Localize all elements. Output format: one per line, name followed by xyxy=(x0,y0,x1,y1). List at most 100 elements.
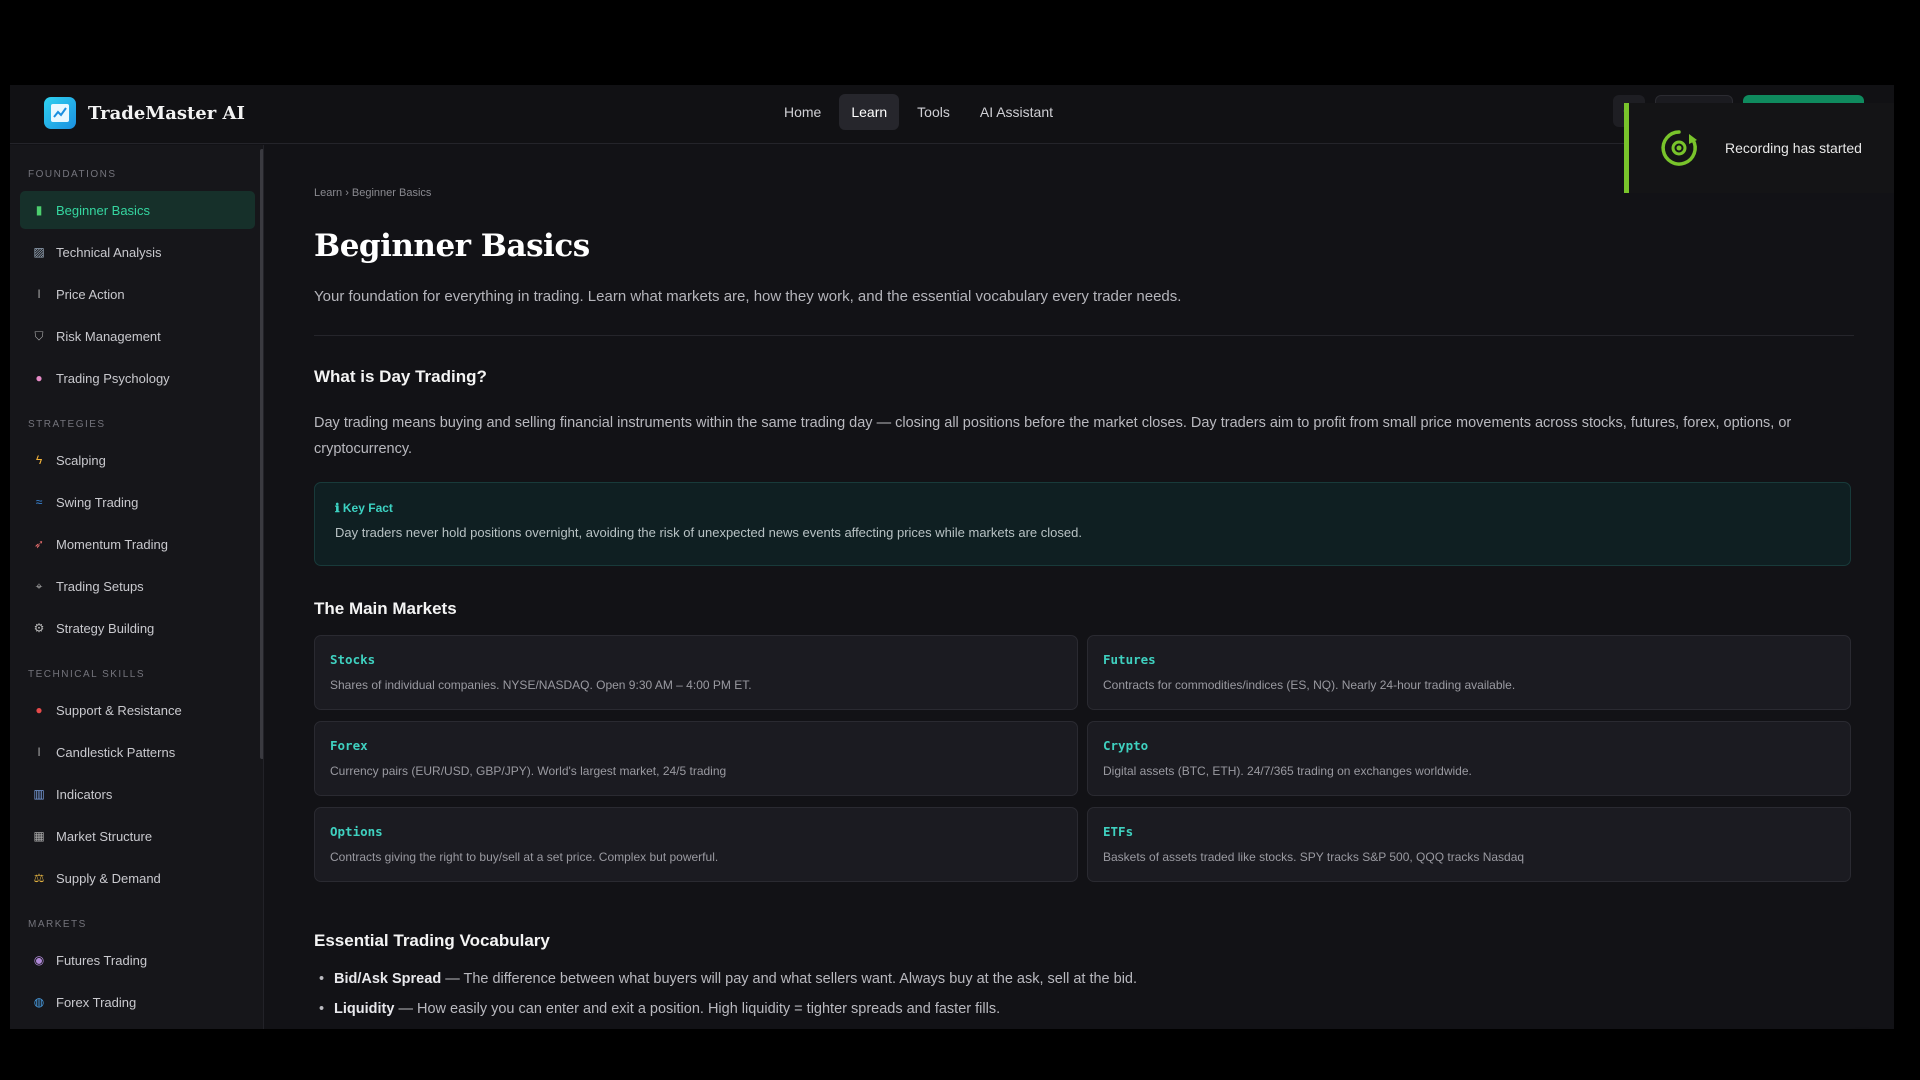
market-desc: Currency pairs (EUR/USD, GBP/JPY). World… xyxy=(330,764,727,778)
sidebar-item-strategy-building[interactable]: ⚙ Strategy Building xyxy=(20,609,255,647)
market-desc: Digital assets (BTC, ETH). 24/7/365 trad… xyxy=(1103,764,1472,778)
market-desc: Shares of individual companies. NYSE/NAS… xyxy=(330,678,752,692)
list-item: Bid/Ask Spread — The difference between … xyxy=(319,971,1834,987)
sidebar-item-momentum-trading[interactable]: ➶ Momentum Trading xyxy=(20,525,255,563)
brain-icon: ● xyxy=(35,371,43,385)
market-name: ETFs xyxy=(1103,824,1134,839)
market-name: Forex xyxy=(330,738,368,753)
brand[interactable]: TradeMaster AI xyxy=(44,97,245,129)
sidebar-item-futures-trading[interactable]: ◉ Futures Trading xyxy=(20,941,255,979)
market-card-futures: Futures Contracts for commodities/indice… xyxy=(1087,635,1851,710)
sidebar-item-label: Supply & Demand xyxy=(56,870,161,886)
sidebar-item-label: Candlestick Patterns xyxy=(56,744,176,760)
sidebar-item-label: Indicators xyxy=(56,786,113,802)
sidebar-item-market-structure[interactable]: ▦ Market Structure xyxy=(20,817,255,855)
nav-learn[interactable]: Learn xyxy=(839,94,900,130)
sidebar-item-price-action[interactable]: ǀ Price Action xyxy=(20,275,255,313)
vocab-term: Liquidity xyxy=(334,1001,395,1017)
sidebar-section-strategies: STRATEGIES xyxy=(28,419,106,430)
sidebar-item-risk-management[interactable]: ⛉ Risk Management xyxy=(20,317,255,355)
breadcrumb: Learn › Beginner Basics xyxy=(314,187,432,199)
sidebar-item-label: Scalping xyxy=(56,452,106,468)
market-desc: Contracts giving the right to buy/sell a… xyxy=(330,850,719,864)
target-icon: ⌖ xyxy=(35,578,43,593)
sidebar-item-label: Risk Management xyxy=(56,328,161,344)
scale-icon: ⚖ xyxy=(33,871,45,885)
sidebar-item-forex-trading[interactable]: ◍ Forex Trading xyxy=(20,983,255,1021)
sidebar-item-label: Forex Trading xyxy=(56,994,137,1010)
sidebar-item-candlestick-patterns[interactable]: ǀ Candlestick Patterns xyxy=(20,733,255,771)
market-name: Stocks xyxy=(330,652,376,667)
sidebar-item-label: Strategy Building xyxy=(56,620,155,636)
candle-icon: ǀ xyxy=(37,287,41,301)
sidebar-item-supply-demand[interactable]: ⚖ Supply & Demand xyxy=(20,859,255,897)
nav-tools[interactable]: Tools xyxy=(905,94,962,130)
page-subtitle: Your foundation for everything in tradin… xyxy=(314,288,1182,305)
market-card-crypto: Crypto Digital assets (BTC, ETH). 24/7/3… xyxy=(1087,721,1851,796)
sidebar-item-trading-psychology[interactable]: ● Trading Psychology xyxy=(20,359,255,397)
gear-icon: ⚙ xyxy=(33,621,45,635)
sidebar-item-label: Momentum Trading xyxy=(56,536,168,552)
section-heading-markets: The Main Markets xyxy=(314,599,457,618)
rocket-icon: ➶ xyxy=(33,537,45,551)
market-card-etfs: ETFs Baskets of assets traded like stock… xyxy=(1087,807,1851,882)
sidebar-item-swing-trading[interactable]: ≈ Swing Trading xyxy=(20,483,255,521)
sidebar-section-foundations: FOUNDATIONS xyxy=(28,169,117,180)
market-name: Futures xyxy=(1103,652,1156,667)
building-icon: ▦ xyxy=(33,829,45,843)
market-name: Crypto xyxy=(1103,738,1149,753)
day-trading-paragraph: Day trading means buying and selling fin… xyxy=(314,415,1792,457)
vocab-definition: — The difference between what buyers wil… xyxy=(441,971,1138,987)
pin-icon: ● xyxy=(35,703,43,717)
sidebar-item-scalping[interactable]: ϟ Scalping xyxy=(20,441,255,479)
chart-logo-icon xyxy=(44,97,76,129)
sidebar-item-label: Swing Trading xyxy=(56,494,139,510)
key-fact-title: ℹ Key Fact xyxy=(335,501,393,515)
wave-icon: ≈ xyxy=(35,495,43,509)
nav-home[interactable]: Home xyxy=(772,94,833,130)
sidebar-item-label: Trading Psychology xyxy=(56,370,170,386)
bar-chart-icon: ▥ xyxy=(33,787,45,801)
list-item: Liquidity — How easily you can enter and… xyxy=(319,1001,1834,1017)
key-fact-callout: ℹ Key Fact Day traders never hold positi… xyxy=(314,482,1851,566)
chart-icon: ▨ xyxy=(33,245,45,259)
page-title: Beginner Basics xyxy=(314,228,590,264)
section-heading-day-trading: What is Day Trading? xyxy=(314,367,487,386)
sidebar-item-indicators[interactable]: ▥ Indicators xyxy=(20,775,255,813)
vocab-list: Bid/Ask Spread — The difference between … xyxy=(319,971,1834,1029)
sidebar-item-support-resistance[interactable]: ● Support & Resistance xyxy=(20,691,255,729)
sidebar-item-label: Price Action xyxy=(56,286,125,302)
section-heading-vocab: Essential Trading Vocabulary xyxy=(314,931,550,950)
sidebar-item-beginner-basics[interactable]: ▮ Beginner Basics xyxy=(20,191,255,229)
sidebar: FOUNDATIONS ▮ Beginner Basics ▨ Technica… xyxy=(10,145,264,1029)
top-navbar: TradeMaster AI Home Learn Tools AI Assis… xyxy=(10,85,1894,193)
sidebar-item-label: Technical Analysis xyxy=(56,244,162,260)
markets-grid: Stocks Shares of individual companies. N… xyxy=(314,635,1851,882)
market-card-stocks: Stocks Shares of individual companies. N… xyxy=(314,635,1078,710)
shield-icon: ⛉ xyxy=(34,328,44,343)
sidebar-item-label: Futures Trading xyxy=(56,952,148,968)
market-name: Options xyxy=(330,824,383,839)
crystal-ball-icon: ◉ xyxy=(33,953,45,967)
sidebar-item-technical-analysis[interactable]: ▨ Technical Analysis xyxy=(20,233,255,271)
candle-icon: ǀ xyxy=(37,745,41,759)
book-icon: ▮ xyxy=(35,203,43,217)
market-desc: Baskets of assets traded like stocks. SP… xyxy=(1103,850,1525,864)
vocab-term: Bid/Ask Spread xyxy=(334,971,442,987)
market-card-options: Options Contracts giving the right to bu… xyxy=(314,807,1078,882)
vocab-definition: — How easily you can enter and exit a po… xyxy=(394,1001,1001,1017)
main-content: Learn › Beginner Basics Beginner Basics … xyxy=(264,145,1894,1029)
app-window: TradeMaster AI Home Learn Tools AI Assis… xyxy=(10,85,1894,1029)
sidebar-item-label: Beginner Basics xyxy=(56,202,150,218)
brand-name: TradeMaster AI xyxy=(88,102,245,124)
nav-ai-assistant[interactable]: AI Assistant xyxy=(968,94,1065,130)
market-desc: Contracts for commodities/indices (ES, N… xyxy=(1103,678,1516,692)
globe-icon: ◍ xyxy=(33,995,45,1009)
sidebar-item-trading-setups[interactable]: ⌖ Trading Setups xyxy=(20,567,255,605)
sidebar-item-label: Market Structure xyxy=(56,828,153,844)
key-fact-text: Day traders never hold positions overnig… xyxy=(335,525,1082,540)
sidebar-section-technical-skills: TECHNICAL SKILLS xyxy=(28,669,145,680)
sidebar-section-markets: MARKETS xyxy=(28,919,87,930)
lightning-icon: ϟ xyxy=(35,453,43,467)
divider xyxy=(314,335,1854,336)
